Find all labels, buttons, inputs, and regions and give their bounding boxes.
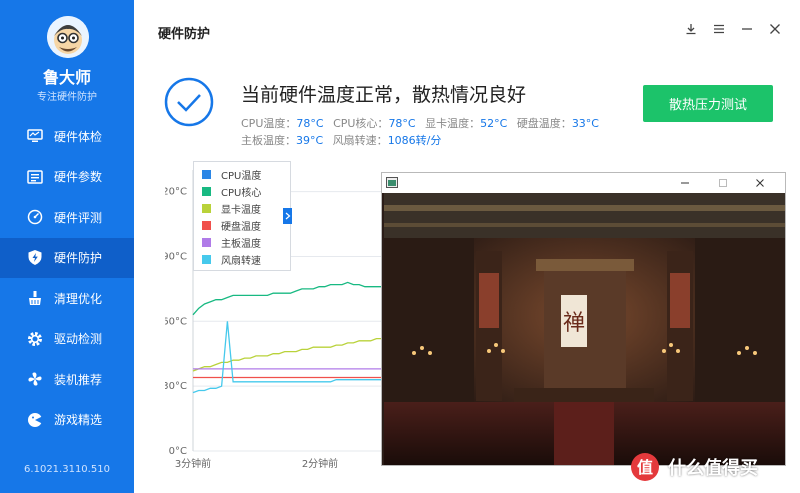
chevron-right-icon xyxy=(285,212,290,220)
sidebar-item-hardware-check[interactable]: 硬件体检 xyxy=(0,116,134,157)
game-window[interactable]: 禅 xyxy=(381,172,786,466)
brand-icon: 值 xyxy=(631,453,659,481)
stress-test-button[interactable]: 散热压力测试 xyxy=(643,85,773,122)
status-headline: 当前硬件温度正常，散热情况良好 xyxy=(241,84,527,106)
close-icon[interactable] xyxy=(766,20,784,38)
legend-item[interactable]: 主板温度 xyxy=(194,234,290,251)
sidebar-item-hardware-benchmark[interactable]: 硬件评测 xyxy=(0,197,134,238)
status-line-1: CPU温度：78°C CPU核心：78°C 显卡温度：52°C 硬盘温度：33°… xyxy=(241,115,605,131)
broom-icon xyxy=(26,289,44,307)
app-name: 鲁大师 xyxy=(42,68,91,87)
legend-label: 风扇转速 xyxy=(221,256,261,267)
legend-item[interactable]: 硬盘温度 xyxy=(194,217,290,234)
brand-text: 什么值得买 xyxy=(668,458,758,479)
legend-label: CPU温度 xyxy=(221,171,262,182)
legend-label: 硬盘温度 xyxy=(221,222,261,233)
gpu-temp-label: 显卡温度： xyxy=(425,117,481,130)
gpu-temp-value: 52°C xyxy=(480,117,508,130)
status-line-2: 主板温度：39°C 风扇转速：1086转/分 xyxy=(241,132,447,148)
legend-swatch xyxy=(202,255,211,264)
gear-icon xyxy=(26,330,44,348)
sidebar-item-hardware-params[interactable]: 硬件参数 xyxy=(0,157,134,198)
fan-speed-value: 1086转/分 xyxy=(387,134,442,147)
legend-label: 主板温度 xyxy=(221,239,261,250)
svg-text:值: 值 xyxy=(637,458,653,477)
sidebar-nav: 硬件体检 硬件参数 硬件评测 硬件防护 清理优化 驱动检测 装机推荐 游戏精选 xyxy=(0,116,134,440)
minimize-icon[interactable] xyxy=(680,178,690,188)
sidebar-item-label: 清理优化 xyxy=(54,291,103,306)
monitor-icon xyxy=(26,127,44,145)
svg-text:禅: 禅 xyxy=(563,311,585,336)
sidebar-item-label: 装机推荐 xyxy=(54,372,103,387)
series-line xyxy=(192,281,405,316)
list-icon xyxy=(26,168,44,186)
cpu-temp-value: 78°C xyxy=(296,117,324,130)
board-temp-value: 39°C xyxy=(296,134,324,147)
sidebar-item-label: 硬件参数 xyxy=(54,170,103,185)
menu-icon[interactable] xyxy=(710,20,728,38)
board-temp-label: 主板温度： xyxy=(241,134,296,147)
legend-item[interactable]: CPU核心 xyxy=(194,183,290,200)
game-window-titlebar[interactable] xyxy=(382,173,785,193)
cpu-temp-label: CPU温度： xyxy=(241,117,297,130)
cpu-core-label: CPU核心： xyxy=(333,117,389,130)
disk-temp-label: 硬盘温度： xyxy=(516,117,572,130)
app-logo xyxy=(47,16,89,58)
page-title: 硬件防护 xyxy=(158,27,211,42)
sidebar-item-driver-check[interactable]: 驱动检测 xyxy=(0,319,134,360)
x-tick-label: 3分钟前 xyxy=(175,457,211,470)
maximize-icon[interactable] xyxy=(718,178,728,188)
sidebar-item-clean-optimize[interactable]: 清理优化 xyxy=(0,278,134,319)
gamepad-icon xyxy=(26,411,44,429)
legend-item[interactable]: CPU温度 xyxy=(194,166,290,183)
sidebar-item-hardware-protect[interactable]: 硬件防护 xyxy=(0,237,134,278)
download-icon[interactable] xyxy=(682,20,700,38)
sidebar-item-label: 硬件体检 xyxy=(54,129,103,144)
sidebar: 鲁大师 专注硬件防护 硬件体检 硬件参数 硬件评测 硬件防护 清理优化 驱动检测… xyxy=(0,0,134,493)
shield-bolt-icon xyxy=(26,249,44,267)
legend-label: 显卡温度 xyxy=(221,205,261,216)
y-tick-label: 90°C xyxy=(165,251,187,262)
series-line xyxy=(192,321,405,394)
sidebar-item-build-recommend[interactable]: 装机推荐 xyxy=(0,359,134,400)
sidebar-item-label: 硬件防护 xyxy=(54,251,103,266)
legend-swatch xyxy=(202,238,211,247)
x-tick-label: 2分钟前 xyxy=(302,457,338,470)
sidebar-item-game-picks[interactable]: 游戏精选 xyxy=(0,400,134,441)
cpu-core-value: 78°C xyxy=(388,117,416,130)
gauge-icon xyxy=(26,208,44,226)
legend-collapse-button[interactable] xyxy=(283,208,292,224)
legend-swatch xyxy=(202,187,211,196)
y-tick-label: 120°C xyxy=(165,187,187,198)
sidebar-item-label: 驱动检测 xyxy=(54,332,103,347)
sidebar-item-label: 硬件评测 xyxy=(54,210,103,225)
y-tick-label: 0°C xyxy=(169,446,187,457)
fan-icon xyxy=(26,370,44,388)
y-tick-label: 60°C xyxy=(165,316,187,327)
app-window-icon xyxy=(386,177,398,188)
y-tick-label: 30°C xyxy=(165,381,187,392)
legend-swatch xyxy=(202,221,211,230)
legend-swatch xyxy=(202,170,211,179)
watermark-logo: 值 什么值得买 xyxy=(630,452,790,482)
fan-speed-label: 风扇转速： xyxy=(332,134,388,147)
minimize-icon[interactable] xyxy=(738,20,756,38)
app-subtitle: 专注硬件防护 xyxy=(37,92,97,103)
legend-item[interactable]: 风扇转速 xyxy=(194,251,290,268)
legend-swatch xyxy=(202,204,211,213)
close-icon[interactable] xyxy=(755,178,765,188)
game-scene-image: 禅 xyxy=(384,193,785,465)
disk-temp-value: 33°C xyxy=(571,117,599,130)
legend-item[interactable]: 显卡温度 xyxy=(194,200,290,217)
legend-label: CPU核心 xyxy=(221,188,262,199)
app-version: 6.1021.3110.510 xyxy=(24,464,110,475)
chart-legend: CPU温度 CPU核心 显卡温度 硬盘温度 主板温度 风扇转速 xyxy=(193,161,291,271)
check-circle-icon xyxy=(163,76,215,128)
sidebar-item-label: 游戏精选 xyxy=(54,413,103,428)
